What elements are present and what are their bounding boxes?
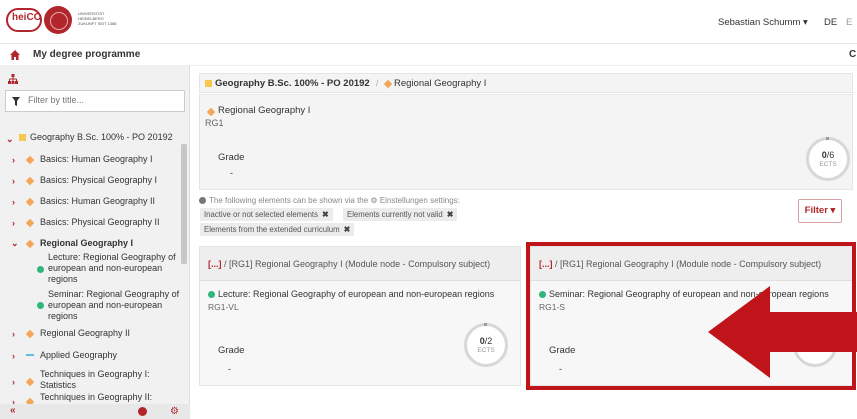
grade-value: -	[230, 168, 233, 178]
ring-tick	[826, 137, 829, 140]
ects-value: 0/2	[479, 336, 493, 346]
element-card-header: [...] / [RG1] Regional Geography I (Modu…	[200, 247, 520, 281]
filter-chip[interactable]: Elements currently not valid ✖	[343, 208, 458, 221]
element-title: Lecture: Regional Geography of european …	[218, 289, 495, 299]
element-card[interactable]: [...] / [RG1] Regional Geography I (Modu…	[199, 246, 521, 386]
chevron-right-icon[interactable]: ›	[12, 155, 15, 165]
tree-item-module[interactable]: Basics: Human Geography II	[40, 196, 155, 207]
tree-item-module-active[interactable]: Regional Geography I	[40, 238, 133, 249]
university-seal-logo	[44, 6, 72, 34]
university-name-logo: UNIVERSITÄT HEIDELBERG ZUKUNFT SEIT 1386	[78, 11, 117, 26]
module-diamond-icon	[383, 79, 393, 89]
language-de[interactable]: DE	[824, 17, 837, 28]
tree-item-element[interactable]: Seminar: Regional Geography of european …	[48, 289, 184, 322]
module-card: Regional Geography I RG1 Grade - 0/6 ECT…	[199, 94, 853, 190]
module-title: Regional Geography I	[218, 105, 311, 116]
close-icon[interactable]: ✖	[322, 210, 329, 219]
chevron-right-icon[interactable]: ›	[12, 377, 15, 387]
close-icon[interactable]: ✖	[344, 225, 351, 234]
ects-unit: ECTS	[819, 161, 837, 168]
path-ellipsis[interactable]: [...]	[208, 259, 222, 269]
sidebar-footer: « ⚙	[0, 404, 190, 419]
ects-unit: ECTS	[477, 347, 495, 354]
page-title: My degree programme	[33, 49, 141, 60]
chevron-right-icon[interactable]: ›	[12, 329, 15, 339]
info-icon	[199, 197, 206, 204]
module-diamond-icon	[25, 155, 35, 165]
ects-value: 0/6	[821, 150, 835, 160]
breadcrumb: Geography B.Sc. 100% - PO 20192 / Region…	[199, 73, 853, 93]
tree-item-programme[interactable]: Geography B.Sc. 100% - PO 20192	[30, 132, 173, 143]
element-code: RG1-VL	[208, 302, 239, 312]
chevron-right-icon[interactable]: ›	[12, 197, 15, 207]
gear-icon[interactable]: ⚙	[170, 406, 179, 417]
grade-value: -	[228, 364, 231, 374]
element-card-path: [...] / [RG1] Regional Geography I (Modu…	[208, 259, 490, 269]
tree-item-module[interactable]: Basics: Physical Geography I	[40, 175, 157, 186]
breadcrumb-node[interactable]: Regional Geography I	[394, 78, 486, 89]
ring-tick	[484, 323, 487, 326]
filter-chip[interactable]: Inactive or not selected elements ✖	[200, 208, 333, 221]
user-menu[interactable]: Sebastian Schumm ▾	[718, 17, 808, 28]
tree-item-module[interactable]: Basics: Physical Geography II	[40, 217, 160, 228]
module-diamond-icon	[206, 107, 216, 117]
chevron-right-icon[interactable]: ›	[12, 351, 15, 361]
breadcrumb-programme[interactable]: Geography B.Sc. 100% - PO 20192	[215, 78, 370, 89]
path-text: / [RG1] Regional Geography I (Module nod…	[221, 259, 491, 269]
element-dot-icon	[37, 266, 44, 273]
sidebar-scrollbar[interactable]	[181, 144, 187, 264]
programme-square-icon	[205, 80, 212, 87]
module-diamond-icon	[25, 239, 35, 249]
tree-item-element[interactable]: Lecture: Regional Geography of european …	[48, 252, 182, 285]
filter-button[interactable]: Filter ▾	[798, 199, 842, 223]
filter-box[interactable]	[5, 90, 185, 112]
top-header: heiCO UNIVERSITÄT HEIDELBERG ZUKUNFT SEI…	[0, 0, 857, 44]
filter-input[interactable]	[28, 95, 178, 105]
info-text: The following elements can be shown via …	[209, 196, 460, 205]
arrow-annotation-icon	[708, 286, 857, 378]
module-diamond-icon	[25, 377, 35, 387]
sub-header: My degree programme C	[0, 44, 857, 66]
bottom-bar	[190, 404, 857, 419]
grade-label: Grade	[218, 152, 245, 163]
heico-logo[interactable]: heiCO	[6, 8, 42, 32]
chevron-down-icon[interactable]: ⌄	[11, 238, 19, 249]
filter-chip[interactable]: Elements from the extended curriculum ✖	[200, 223, 355, 236]
module-diamond-icon	[25, 329, 35, 339]
home-icon[interactable]	[10, 50, 20, 60]
close-icon[interactable]: ✖	[447, 210, 454, 219]
programme-square-icon	[19, 134, 26, 141]
tree-item-module[interactable]: Regional Geography II	[40, 328, 130, 339]
module-diamond-icon	[25, 218, 35, 228]
tree-item-group[interactable]: Applied Geography	[40, 350, 117, 361]
collapse-sidebar-icon[interactable]: «	[10, 405, 16, 416]
filter-icon	[12, 97, 20, 106]
tree-item-module[interactable]: Techniques in Geography I: Statistics	[40, 369, 170, 391]
module-diamond-icon	[25, 197, 35, 207]
element-dot-icon	[208, 291, 215, 298]
chevron-right-icon[interactable]: ›	[12, 218, 15, 228]
breadcrumb-separator: /	[376, 78, 379, 88]
chevron-right-icon[interactable]: ›	[12, 176, 15, 186]
module-code: RG1	[205, 118, 224, 128]
subheader-right-text: C	[849, 49, 857, 60]
element-dot-icon	[37, 302, 44, 309]
alert-icon[interactable]	[138, 407, 147, 416]
ects-progress-ring: 0/6 ECTS	[806, 137, 850, 181]
tree-item-module[interactable]: Techniques in Geography II:	[40, 392, 152, 403]
element-card-body: Lecture: Regional Geography of european …	[200, 281, 520, 385]
ects-progress-ring: 0/2 ECTS	[464, 323, 508, 367]
grade-label: Grade	[218, 345, 245, 356]
sidebar: ⌄ Geography B.Sc. 100% - PO 20192 › Basi…	[0, 66, 190, 419]
module-diamond-icon	[25, 176, 35, 186]
sitemap-icon[interactable]	[8, 74, 18, 84]
chevron-down-icon[interactable]: ⌄	[6, 134, 14, 145]
tree-item-module[interactable]: Basics: Human Geography I	[40, 154, 153, 165]
language-en[interactable]: E	[846, 17, 852, 28]
group-dash-icon	[26, 354, 34, 356]
